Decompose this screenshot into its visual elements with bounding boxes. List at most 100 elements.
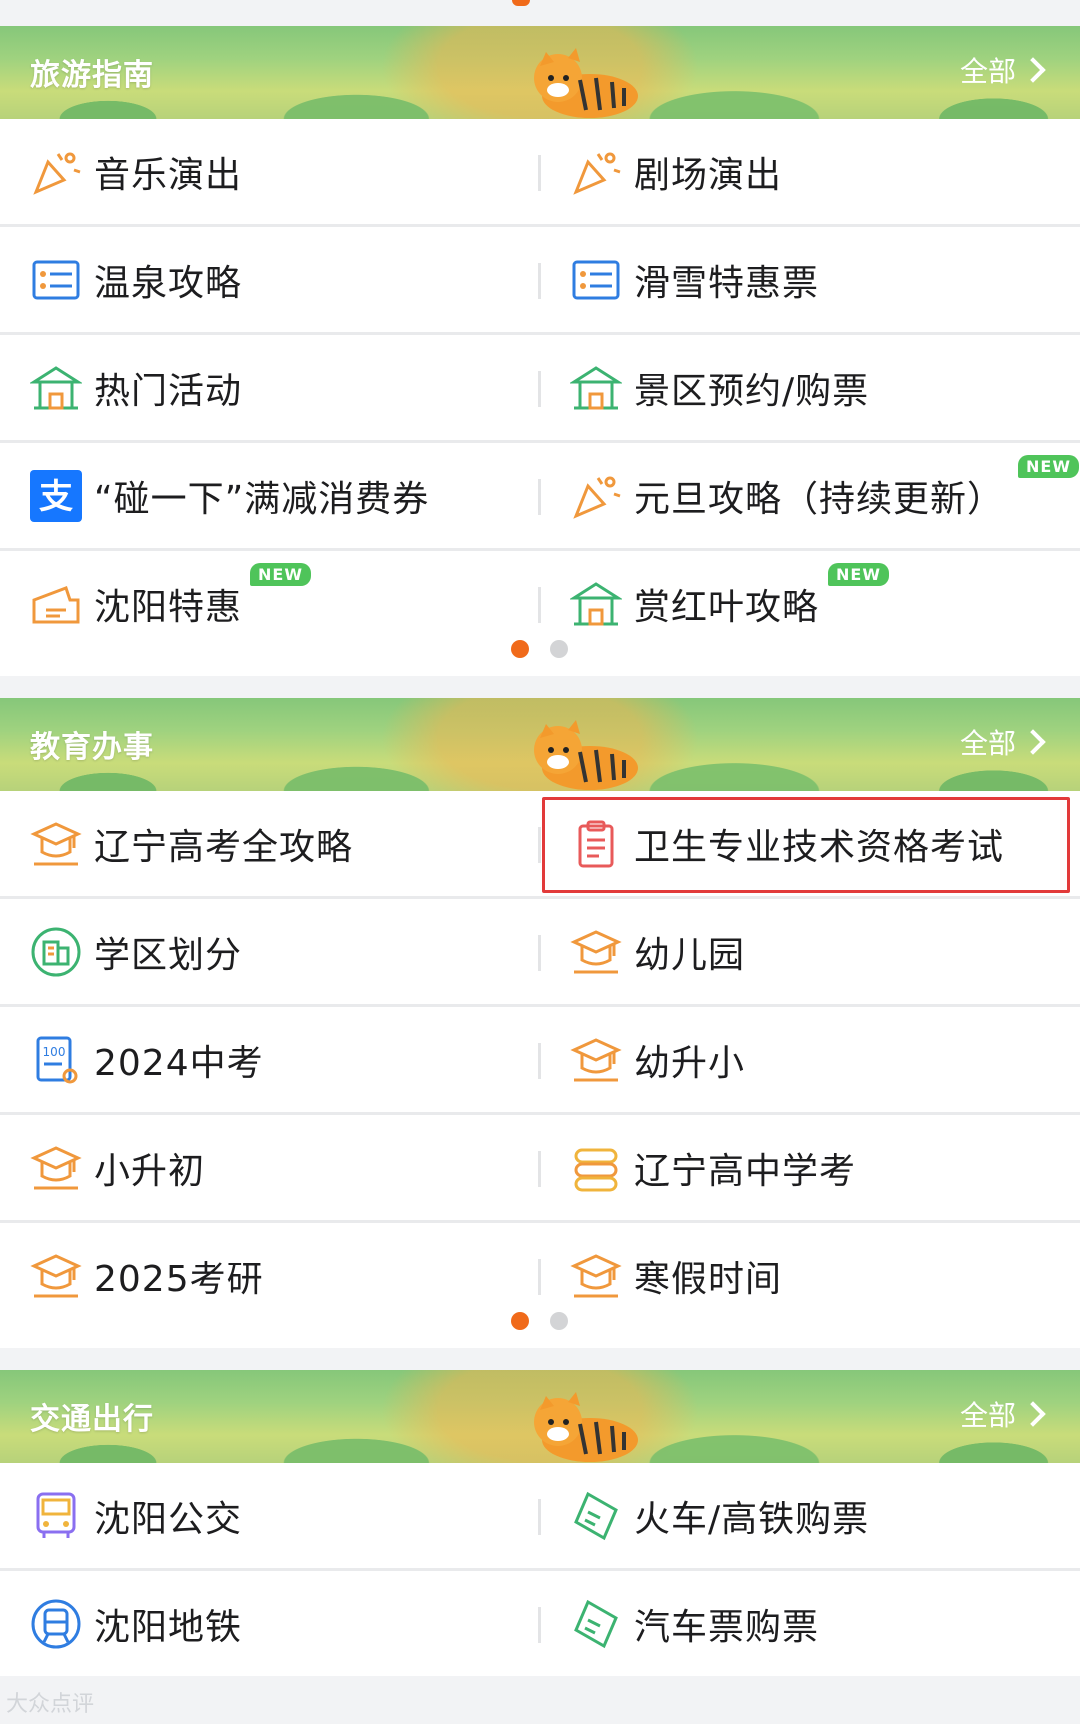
- pager-dot[interactable]: [550, 640, 568, 658]
- entry-label: 卫生专业技术资格考试: [634, 826, 1005, 868]
- entry-grid: 音乐演出 剧场演出 温泉攻略 滑雪特惠票 热门活动 景区预约/购票 支 “碰一下…: [0, 119, 1080, 656]
- page: 旅游指南 全部 音乐演出 剧场演出 温泉攻略 滑雪特惠票 热门活动 景区预约/购…: [0, 0, 1080, 1724]
- entry-label: 沈阳地铁: [94, 1606, 243, 1648]
- entry-label: 小升初: [94, 1150, 206, 1192]
- graduation-cap-icon: [30, 1250, 82, 1302]
- graduation-cap-icon: [570, 1034, 622, 1086]
- section-title: 旅游指南: [30, 58, 154, 93]
- section-gap: [0, 676, 1080, 698]
- grid-row: 小升初 辽宁高中学考: [0, 1115, 1080, 1223]
- view-all-link[interactable]: 全部: [959, 50, 1046, 90]
- entry-kaoyan-2025[interactable]: 2025考研: [0, 1223, 540, 1328]
- graduation-cap-icon: [30, 818, 82, 870]
- entry-ski-discount[interactable]: 滑雪特惠票: [540, 227, 1080, 332]
- entry-hot-events[interactable]: 热门活动: [0, 335, 540, 440]
- graduation-cap-icon: [30, 1142, 82, 1194]
- grid-row: 沈阳地铁 汽车票购票: [0, 1571, 1080, 1676]
- pavilion-icon: [570, 578, 622, 630]
- section-gap: [0, 1348, 1080, 1370]
- entry-label: 幼升小: [634, 1042, 746, 1084]
- new-badge: NEW: [828, 563, 889, 586]
- entry-tap-coupon[interactable]: 支 “碰一下”满减消费券: [0, 443, 540, 548]
- entry-liaoning-gaokao[interactable]: 辽宁高考全攻略: [0, 791, 540, 896]
- entry-shenyang-bus[interactable]: 沈阳公交: [0, 1463, 540, 1568]
- entry-label: 幼儿园: [634, 934, 746, 976]
- entry-new-year-guide[interactable]: 元旦攻略（持续更新） NEW: [540, 443, 1080, 548]
- graduation-cap-icon: [570, 1250, 622, 1302]
- entry-shenyang-deals[interactable]: 沈阳特惠 NEW: [0, 551, 540, 656]
- pager-dot[interactable]: [550, 1312, 568, 1330]
- tiger-mascot-icon: [534, 48, 638, 118]
- pavilion-icon: [570, 362, 622, 414]
- entry-primary-to-middle[interactable]: 小升初: [0, 1115, 540, 1220]
- entry-label: 2025考研: [94, 1258, 264, 1300]
- grid-row: 辽宁高考全攻略 卫生专业技术资格考试: [0, 791, 1080, 899]
- view-all-label: 全部: [959, 55, 1016, 88]
- entry-grid: 辽宁高考全攻略 卫生专业技术资格考试 学区划分 幼儿园 100 2024中考 幼…: [0, 791, 1080, 1328]
- entry-scenic-booking[interactable]: 景区预约/购票: [540, 335, 1080, 440]
- top-strip: [0, 0, 1080, 26]
- chevron-right-icon: [1020, 729, 1046, 755]
- view-all-link[interactable]: 全部: [959, 1394, 1046, 1434]
- entry-label: 音乐演出: [94, 154, 243, 196]
- alipay-icon: 支: [30, 469, 82, 522]
- entry-school-district[interactable]: 学区划分: [0, 899, 540, 1004]
- entry-theater-show[interactable]: 剧场演出: [540, 119, 1080, 224]
- ticket-icon: [30, 578, 82, 630]
- entry-label: 辽宁高中学考: [634, 1150, 857, 1192]
- entry-label: 滑雪特惠票: [634, 262, 820, 304]
- section-banner: 交通出行 全部: [0, 1370, 1080, 1463]
- entry-label: 学区划分: [94, 934, 243, 976]
- books-icon: [570, 1142, 622, 1194]
- pager-dot-active[interactable]: [511, 640, 529, 658]
- pager-dots: [0, 640, 1080, 676]
- bus-icon: [30, 1490, 82, 1542]
- entry-music-show[interactable]: 音乐演出: [0, 119, 540, 224]
- entry-bus-tickets[interactable]: 汽车票购票: [540, 1571, 1080, 1676]
- new-badge: NEW: [250, 563, 311, 586]
- pager-dots: [0, 1312, 1080, 1348]
- section-title: 交通出行: [30, 1402, 154, 1437]
- entry-label: 2024中考: [94, 1042, 264, 1084]
- grid-row: 2025考研 寒假时间: [0, 1223, 1080, 1328]
- entry-label: 辽宁高考全攻略: [94, 826, 354, 868]
- grid-row: 音乐演出 剧场演出: [0, 119, 1080, 227]
- entry-label: 元旦攻略（持续更新）: [634, 478, 1005, 520]
- svg-text:100: 100: [43, 1045, 66, 1059]
- entry-label: 热门活动: [94, 370, 243, 412]
- school-building-icon: [30, 926, 82, 978]
- view-all-link[interactable]: 全部: [959, 722, 1046, 762]
- metro-icon: [30, 1598, 82, 1650]
- watermark: 大众点评: [6, 1692, 95, 1717]
- entry-liaoning-high-school-exam[interactable]: 辽宁高中学考: [540, 1115, 1080, 1220]
- section-travel-guide: 旅游指南 全部 音乐演出 剧场演出 温泉攻略 滑雪特惠票 热门活动 景区预约/购…: [0, 26, 1080, 676]
- entry-kindergarten[interactable]: 幼儿园: [540, 899, 1080, 1004]
- entry-shenyang-metro[interactable]: 沈阳地铁: [0, 1571, 540, 1676]
- section-transport: 交通出行 全部 沈阳公交 火车/高铁购票 沈阳地铁 汽车票购票: [0, 1370, 1080, 1676]
- entry-winter-break[interactable]: 寒假时间: [540, 1223, 1080, 1328]
- tiger-mascot-icon: [534, 1392, 638, 1462]
- entry-hot-spring-guide[interactable]: 温泉攻略: [0, 227, 540, 332]
- entry-label: 沈阳公交: [94, 1498, 243, 1540]
- view-all-label: 全部: [959, 1399, 1016, 1432]
- section-banner: 旅游指南 全部: [0, 26, 1080, 119]
- entry-red-leaves-guide[interactable]: 赏红叶攻略 NEW: [540, 551, 1080, 656]
- train-ticket-icon: [570, 1490, 622, 1542]
- grid-row: 学区划分 幼儿园: [0, 899, 1080, 1007]
- list-card-icon: [30, 254, 82, 306]
- entry-train-tickets[interactable]: 火车/高铁购票: [540, 1463, 1080, 1568]
- entry-kindergarten-to-primary[interactable]: 幼升小: [540, 1007, 1080, 1112]
- view-all-label: 全部: [959, 727, 1016, 760]
- entry-zhongkao-2024[interactable]: 100 2024中考: [0, 1007, 540, 1112]
- entry-grid: 沈阳公交 火车/高铁购票 沈阳地铁 汽车票购票: [0, 1463, 1080, 1676]
- entry-label: 温泉攻略: [94, 262, 243, 304]
- pager-dot-active[interactable]: [511, 1312, 529, 1330]
- party-popper-icon: [570, 470, 622, 522]
- pavilion-icon: [30, 362, 82, 414]
- entry-label: 寒假时间: [634, 1258, 783, 1300]
- grid-row: 沈阳特惠 NEW 赏红叶攻略 NEW: [0, 551, 1080, 656]
- party-popper-icon: [570, 146, 622, 198]
- entry-label: 沈阳特惠: [94, 586, 243, 628]
- new-badge: NEW: [1018, 455, 1079, 478]
- entry-health-qualification-exam[interactable]: 卫生专业技术资格考试: [540, 791, 1080, 896]
